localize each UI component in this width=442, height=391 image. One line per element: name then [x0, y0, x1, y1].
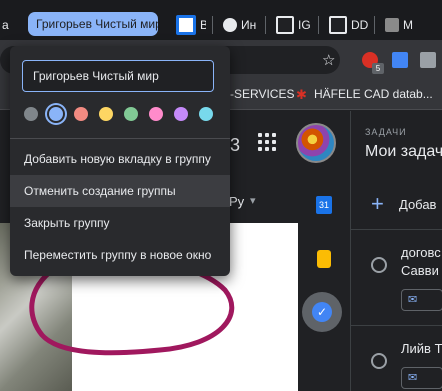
- close-group[interactable]: Закрыть группу: [10, 207, 230, 239]
- group-color-swatch[interactable]: [174, 107, 188, 121]
- tab-group-menu: Добавить новую вкладку в группу Отменить…: [10, 46, 230, 276]
- move-group-to-new-window[interactable]: Переместить группу в новое окно: [10, 239, 230, 271]
- group-color-swatch[interactable]: [49, 107, 63, 121]
- group-color-swatch[interactable]: [199, 107, 213, 121]
- group-color-swatch[interactable]: [124, 107, 138, 121]
- group-color-swatch[interactable]: [149, 107, 163, 121]
- group-color-swatch[interactable]: [24, 107, 38, 121]
- ungroup[interactable]: Отменить создание группы: [10, 175, 230, 207]
- add-new-tab-to-group[interactable]: Добавить новую вкладку в группу: [10, 143, 230, 175]
- group-color-swatch[interactable]: [99, 107, 113, 121]
- group-color-swatch[interactable]: [74, 107, 88, 121]
- group-name-input[interactable]: [22, 60, 214, 92]
- menu-divider: [10, 138, 230, 139]
